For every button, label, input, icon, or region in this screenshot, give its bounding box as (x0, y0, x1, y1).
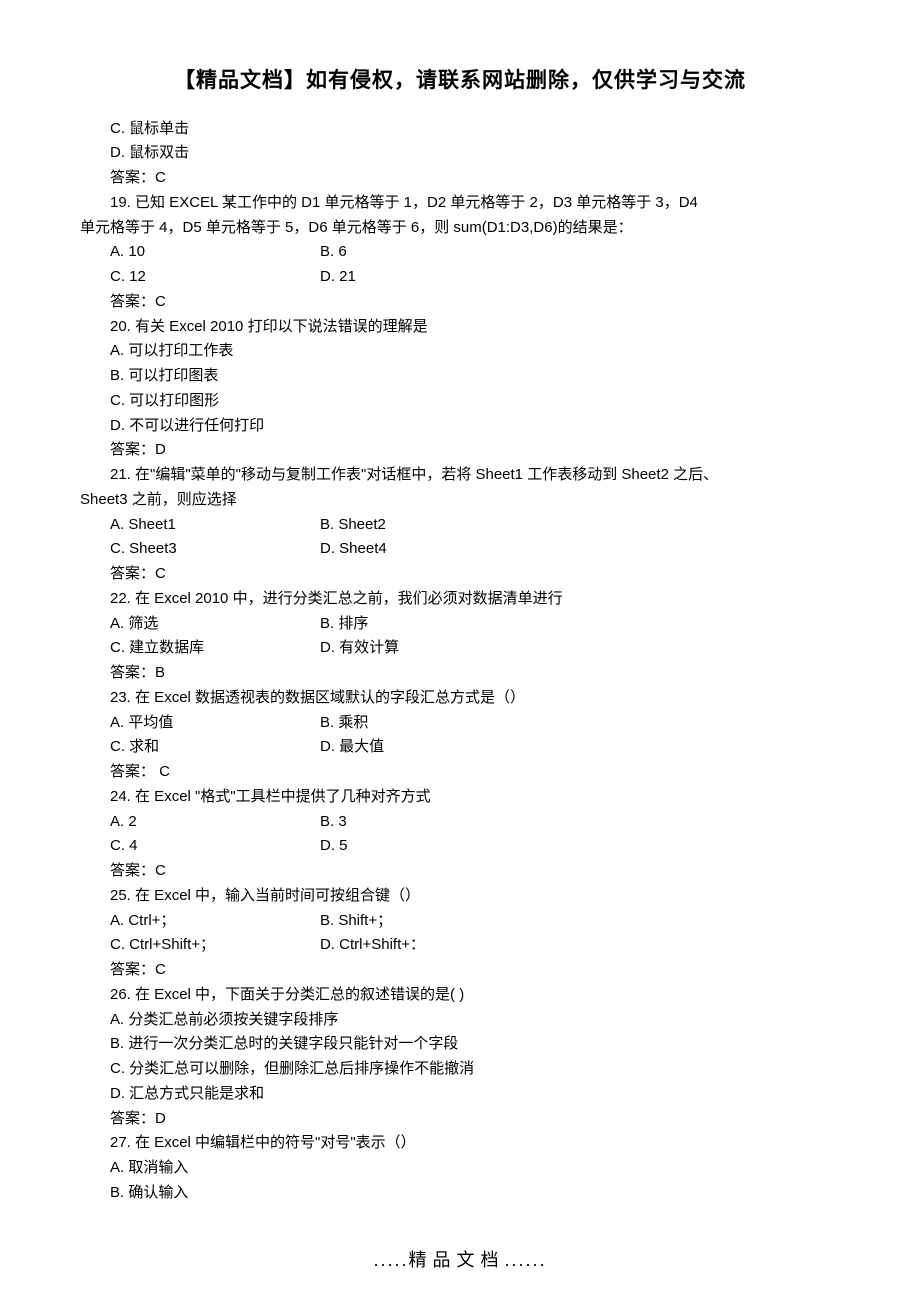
q20-c: C. 可以打印图形 (80, 389, 840, 414)
q21-text-2: Sheet3 之前，则应选择 (80, 488, 840, 513)
q19-text-2: 单元格等于 4，D5 单元格等于 5，D6 单元格等于 6，则 sum(D1:D… (80, 216, 840, 241)
footer-dots-left: ..... (373, 1250, 408, 1270)
option-d: D. 鼠标双击 (80, 141, 840, 166)
q24-text: 24. 在 Excel "格式"工具栏中提供了几种对齐方式 (80, 785, 840, 810)
q21-c: C. Sheet3 (110, 537, 320, 562)
q23-d: D. 最大值 (320, 735, 840, 760)
answer: 答案：C (80, 166, 840, 191)
q19-text-1: 19. 已知 EXCEL 某工作中的 D1 单元格等于 1，D2 单元格等于 2… (80, 191, 840, 216)
q23-answer: 答案： C (80, 760, 840, 785)
q25-d: D. Ctrl+Shift+： (320, 933, 840, 958)
q21-row-cd: C. Sheet3D. Sheet4 (80, 537, 840, 562)
q26-d: D. 汇总方式只能是求和 (80, 1082, 840, 1107)
footer-text: 精品文档 (409, 1250, 505, 1270)
q21-d: D. Sheet4 (320, 537, 840, 562)
q19-row-cd: C. 12D. 21 (80, 265, 840, 290)
q20-text: 20. 有关 Excel 2010 打印以下说法错误的理解是 (80, 315, 840, 340)
page-header: 【精品文档】如有侵权，请联系网站删除，仅供学习与交流 (80, 64, 840, 99)
q22-row-cd: C. 建立数据库D. 有效计算 (80, 636, 840, 661)
q23-c: C. 求和 (110, 735, 320, 760)
q22-d: D. 有效计算 (320, 636, 840, 661)
q20-b: B. 可以打印图表 (80, 364, 840, 389)
q26-b: B. 进行一次分类汇总时的关键字段只能针对一个字段 (80, 1032, 840, 1057)
q19-b: B. 6 (320, 240, 840, 265)
q22-a: A. 筛选 (110, 612, 320, 637)
document-page: 【精品文档】如有侵权，请联系网站删除，仅供学习与交流 C. 鼠标单击 D. 鼠标… (0, 0, 920, 1315)
q25-answer: 答案：C (80, 958, 840, 983)
q24-a: A. 2 (110, 810, 320, 835)
q27-text: 27. 在 Excel 中编辑栏中的符号"对号"表示（） (80, 1131, 840, 1156)
q19-row-ab: A. 10B. 6 (80, 240, 840, 265)
q21-a: A. Sheet1 (110, 513, 320, 538)
q19-d: D. 21 (320, 265, 840, 290)
content-body: C. 鼠标单击 D. 鼠标双击 答案：C 19. 已知 EXCEL 某工作中的 … (80, 117, 840, 1206)
q24-row-ab: A. 2B. 3 (80, 810, 840, 835)
q22-row-ab: A. 筛选B. 排序 (80, 612, 840, 637)
q24-row-cd: C. 4D. 5 (80, 834, 840, 859)
q19-c: C. 12 (110, 265, 320, 290)
q22-b: B. 排序 (320, 612, 840, 637)
q23-row-cd: C. 求和D. 最大值 (80, 735, 840, 760)
q21-text-1: 21. 在"编辑"菜单的"移动与复制工作表"对话框中，若将 Sheet1 工作表… (80, 463, 840, 488)
q23-a: A. 平均值 (110, 711, 320, 736)
q25-c: C. Ctrl+Shift+； (110, 933, 320, 958)
q26-a: A. 分类汇总前必须按关键字段排序 (80, 1008, 840, 1033)
q27-a: A. 取消输入 (80, 1156, 840, 1181)
q25-b: B. Shift+； (320, 909, 840, 934)
q21-row-ab: A. Sheet1B. Sheet2 (80, 513, 840, 538)
q25-row-cd: C. Ctrl+Shift+；D. Ctrl+Shift+： (80, 933, 840, 958)
q24-answer: 答案：C (80, 859, 840, 884)
q20-answer: 答案：D (80, 438, 840, 463)
q24-d: D. 5 (320, 834, 840, 859)
q24-b: B. 3 (320, 810, 840, 835)
q23-row-ab: A. 平均值B. 乘积 (80, 711, 840, 736)
q24-c: C. 4 (110, 834, 320, 859)
q27-b: B. 确认输入 (80, 1181, 840, 1206)
q22-c: C. 建立数据库 (110, 636, 320, 661)
q19-answer: 答案：C (80, 290, 840, 315)
q26-answer: 答案：D (80, 1107, 840, 1132)
q20-a: A. 可以打印工作表 (80, 339, 840, 364)
q25-a: A. Ctrl+； (110, 909, 320, 934)
q19-a: A. 10 (110, 240, 320, 265)
q26-c: C. 分类汇总可以删除，但删除汇总后排序操作不能撤消 (80, 1057, 840, 1082)
page-footer: .....精品文档...... (80, 1246, 840, 1276)
q26-text: 26. 在 Excel 中，下面关于分类汇总的叙述错误的是( ) (80, 983, 840, 1008)
q20-d: D. 不可以进行任何打印 (80, 414, 840, 439)
option-c: C. 鼠标单击 (80, 117, 840, 142)
q22-text: 22. 在 Excel 2010 中，进行分类汇总之前，我们必须对数据清单进行 (80, 587, 840, 612)
q25-text: 25. 在 Excel 中，输入当前时间可按组合键（） (80, 884, 840, 909)
q23-b: B. 乘积 (320, 711, 840, 736)
q25-row-ab: A. Ctrl+；B. Shift+； (80, 909, 840, 934)
q21-b: B. Sheet2 (320, 513, 840, 538)
footer-dots-right: ...... (505, 1250, 547, 1270)
q21-answer: 答案：C (80, 562, 840, 587)
q23-text: 23. 在 Excel 数据透视表的数据区域默认的字段汇总方式是（） (80, 686, 840, 711)
q22-answer: 答案：B (80, 661, 840, 686)
